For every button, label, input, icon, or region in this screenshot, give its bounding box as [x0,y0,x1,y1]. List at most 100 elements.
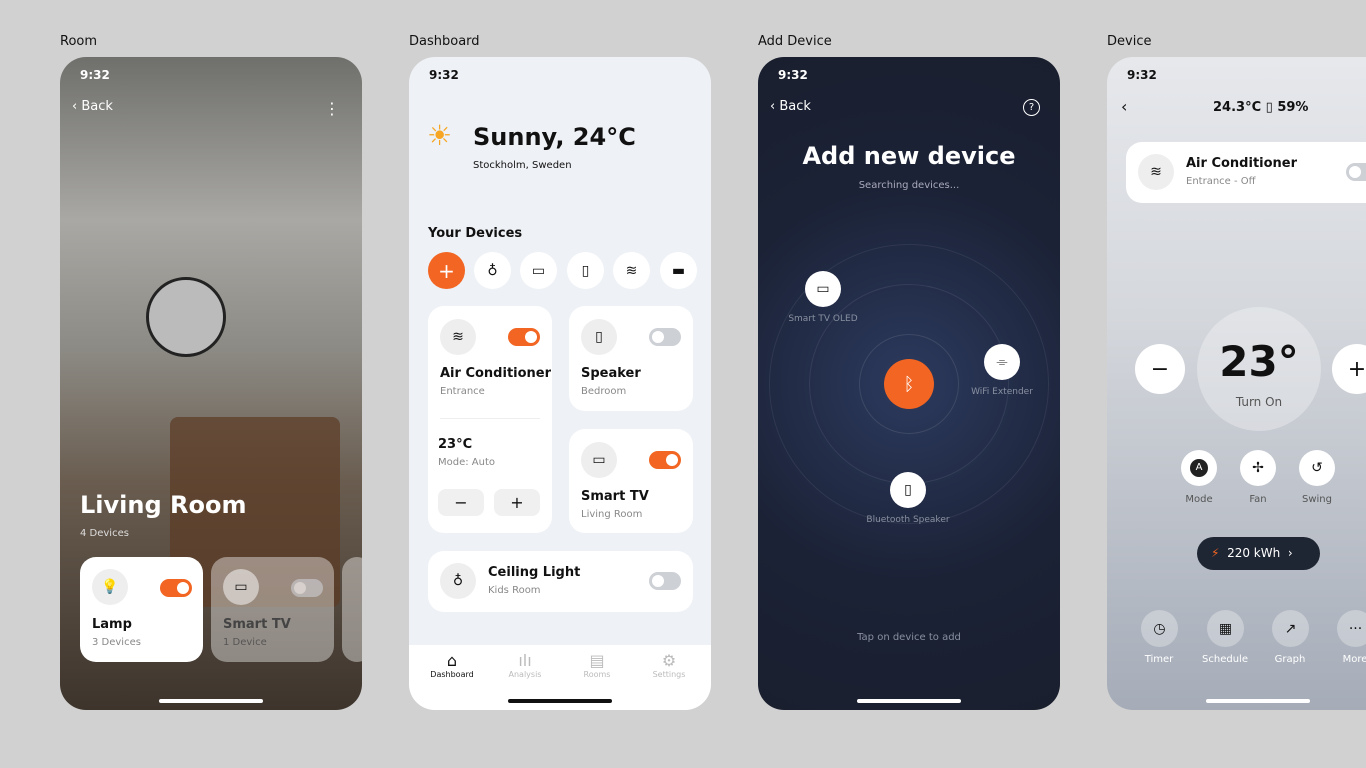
ac-filter-icon[interactable]: ≋ [613,252,650,289]
ac-plus-button[interactable]: + [494,489,540,516]
ac-minus-button[interactable]: − [438,489,484,516]
card-sub: 3 Devices [92,637,141,648]
decrease-button[interactable]: − [1135,344,1185,394]
nav-label: Settings [652,670,686,679]
card-name: Smart TV [223,617,291,632]
climate-readout: 24.3°C ▯ 59% [1213,100,1309,115]
back-label: Back [779,99,811,114]
ac-toggle[interactable] [508,328,540,346]
tv-filter-icon[interactable]: ▭ [520,252,557,289]
status-time: 9:32 [80,68,110,82]
ac-card[interactable]: ≋ Air Conditioner Entrance 23°C Mode: Au… [428,306,552,533]
temp-readout: 24.3°C [1213,100,1262,115]
home-indicator [857,699,961,703]
device-card-more[interactable] [342,557,362,662]
lamp-toggle[interactable] [160,579,192,597]
ac-icon: ≋ [440,319,476,355]
increase-button[interactable]: + [1332,344,1366,394]
nav-dashboard[interactable]: ⌂ Dashboard [422,651,482,679]
swing-button[interactable]: ↺ [1299,450,1335,486]
gear-icon: ⚙ [661,651,677,670]
energy-value: 220 kWh [1227,546,1281,560]
sun-icon: ☀ [427,119,453,152]
weather-title: Sunny, 24°C [473,123,636,151]
speaker-name: Speaker [581,366,641,381]
speaker-icon: ▯ [581,319,617,355]
ac-toggle[interactable] [1346,163,1366,181]
add-device-screen: 9:32 ‹ Back ? Add new device Searching d… [758,57,1060,710]
mirror-photo [146,277,226,357]
tv-icon: ▭ [581,442,617,478]
add-device-button[interactable]: + [428,252,465,289]
tv-toggle[interactable] [649,451,681,469]
nav-label: Dashboard [430,670,474,679]
ac-name: Air Conditioner [440,366,552,381]
game-filter-icon[interactable]: ▬ [660,252,697,289]
status-time: 9:32 [778,68,808,82]
bulb-icon: ♁ [440,563,476,599]
hint-text: Tap on device to add [857,632,961,643]
card-name: Lamp [92,617,132,632]
weather-location: Stockholm, Sweden [473,160,572,171]
back-icon[interactable]: ‹ [1121,97,1127,116]
tv-device-button[interactable]: ▭ [805,271,841,307]
screen-label-device: Device [1107,34,1152,49]
speaker-filter-icon[interactable]: ▯ [567,252,604,289]
back-button[interactable]: ‹ Back [770,99,811,114]
nav-analysis[interactable]: ılı Analysis [495,651,555,679]
energy-button[interactable]: ⚡ 220 kWh › [1197,537,1320,570]
back-label: Back [81,99,113,114]
graph-icon[interactable]: ↗ [1272,610,1309,647]
tv-room: Living Room [581,509,643,520]
status-time: 9:32 [1127,68,1157,82]
power-state[interactable]: Turn On [1197,395,1321,409]
help-icon[interactable]: ? [1023,99,1040,116]
screen-label-dashboard: Dashboard [409,34,480,49]
temperature-dial: 23° Turn On [1197,307,1321,431]
calendar-icon[interactable]: ▦ [1207,610,1244,647]
dashboard-screen: 9:32 ☀ Sunny, 24°C Stockholm, Sweden You… [409,57,711,710]
nav-rooms[interactable]: ▤ Rooms [567,651,627,679]
fan-button[interactable]: ✢ [1240,450,1276,486]
speaker-device-button[interactable]: ▯ [890,472,926,508]
nav-label: Rooms [583,670,611,679]
section-title: Your Devices [428,226,523,241]
light-card[interactable]: ♁ Ceiling Light Kids Room [428,551,693,612]
back-button[interactable]: ‹ Back [72,99,113,114]
mode-button[interactable]: A [1181,450,1217,486]
light-toggle[interactable] [649,572,681,590]
light-name: Ceiling Light [488,565,581,580]
tv-icon: ▭ [223,569,259,605]
speaker-card[interactable]: ▯ Speaker Bedroom [569,306,693,411]
action-label: More [1342,654,1366,665]
tv-card[interactable]: ▭ Smart TV Living Room [569,429,693,533]
room-screen: 9:32 ‹ Back ⋮ Living Room 4 Devices 💡 La… [60,57,362,710]
speaker-toggle[interactable] [649,328,681,346]
divider [440,418,540,419]
room-title: Living Room [80,491,247,519]
device-card-tv[interactable]: ▭ Smart TV 1 Device [211,557,334,662]
light-room: Kids Room [488,585,541,596]
device-meta: Entrance - Off [1186,176,1256,187]
add-title: Add new device [802,142,1016,170]
plug-icon: ⚡ [1211,546,1220,560]
setpoint: 23° [1219,337,1299,386]
bluetooth-icon[interactable]: ᛒ [884,359,934,409]
searching-text: Searching devices... [858,180,960,191]
ac-card[interactable]: ≋ Air Conditioner Entrance - Off [1126,142,1366,203]
ac-mode: Mode: Auto [438,457,496,468]
bulb-filter-icon[interactable]: ♁ [474,252,511,289]
wifi-extender-button[interactable]: ⌯ [984,344,1020,380]
device-label: Bluetooth Speaker [866,515,950,525]
home-indicator [508,699,612,703]
nav-settings[interactable]: ⚙ Settings [639,651,699,679]
more-icon[interactable]: ··· [1337,610,1366,647]
mode-label: Fan [1249,494,1267,505]
device-screen: 9:32 ‹ 24.3°C ▯ 59% ≋ Air Conditioner En… [1107,57,1366,710]
room-subtitle: 4 Devices [80,528,129,539]
tv-toggle[interactable] [291,579,323,597]
more-icon[interactable]: ⋮ [324,99,340,118]
screen-label-add: Add Device [758,34,832,49]
device-card-lamp[interactable]: 💡 Lamp 3 Devices [80,557,203,662]
timer-icon[interactable]: ◷ [1141,610,1178,647]
